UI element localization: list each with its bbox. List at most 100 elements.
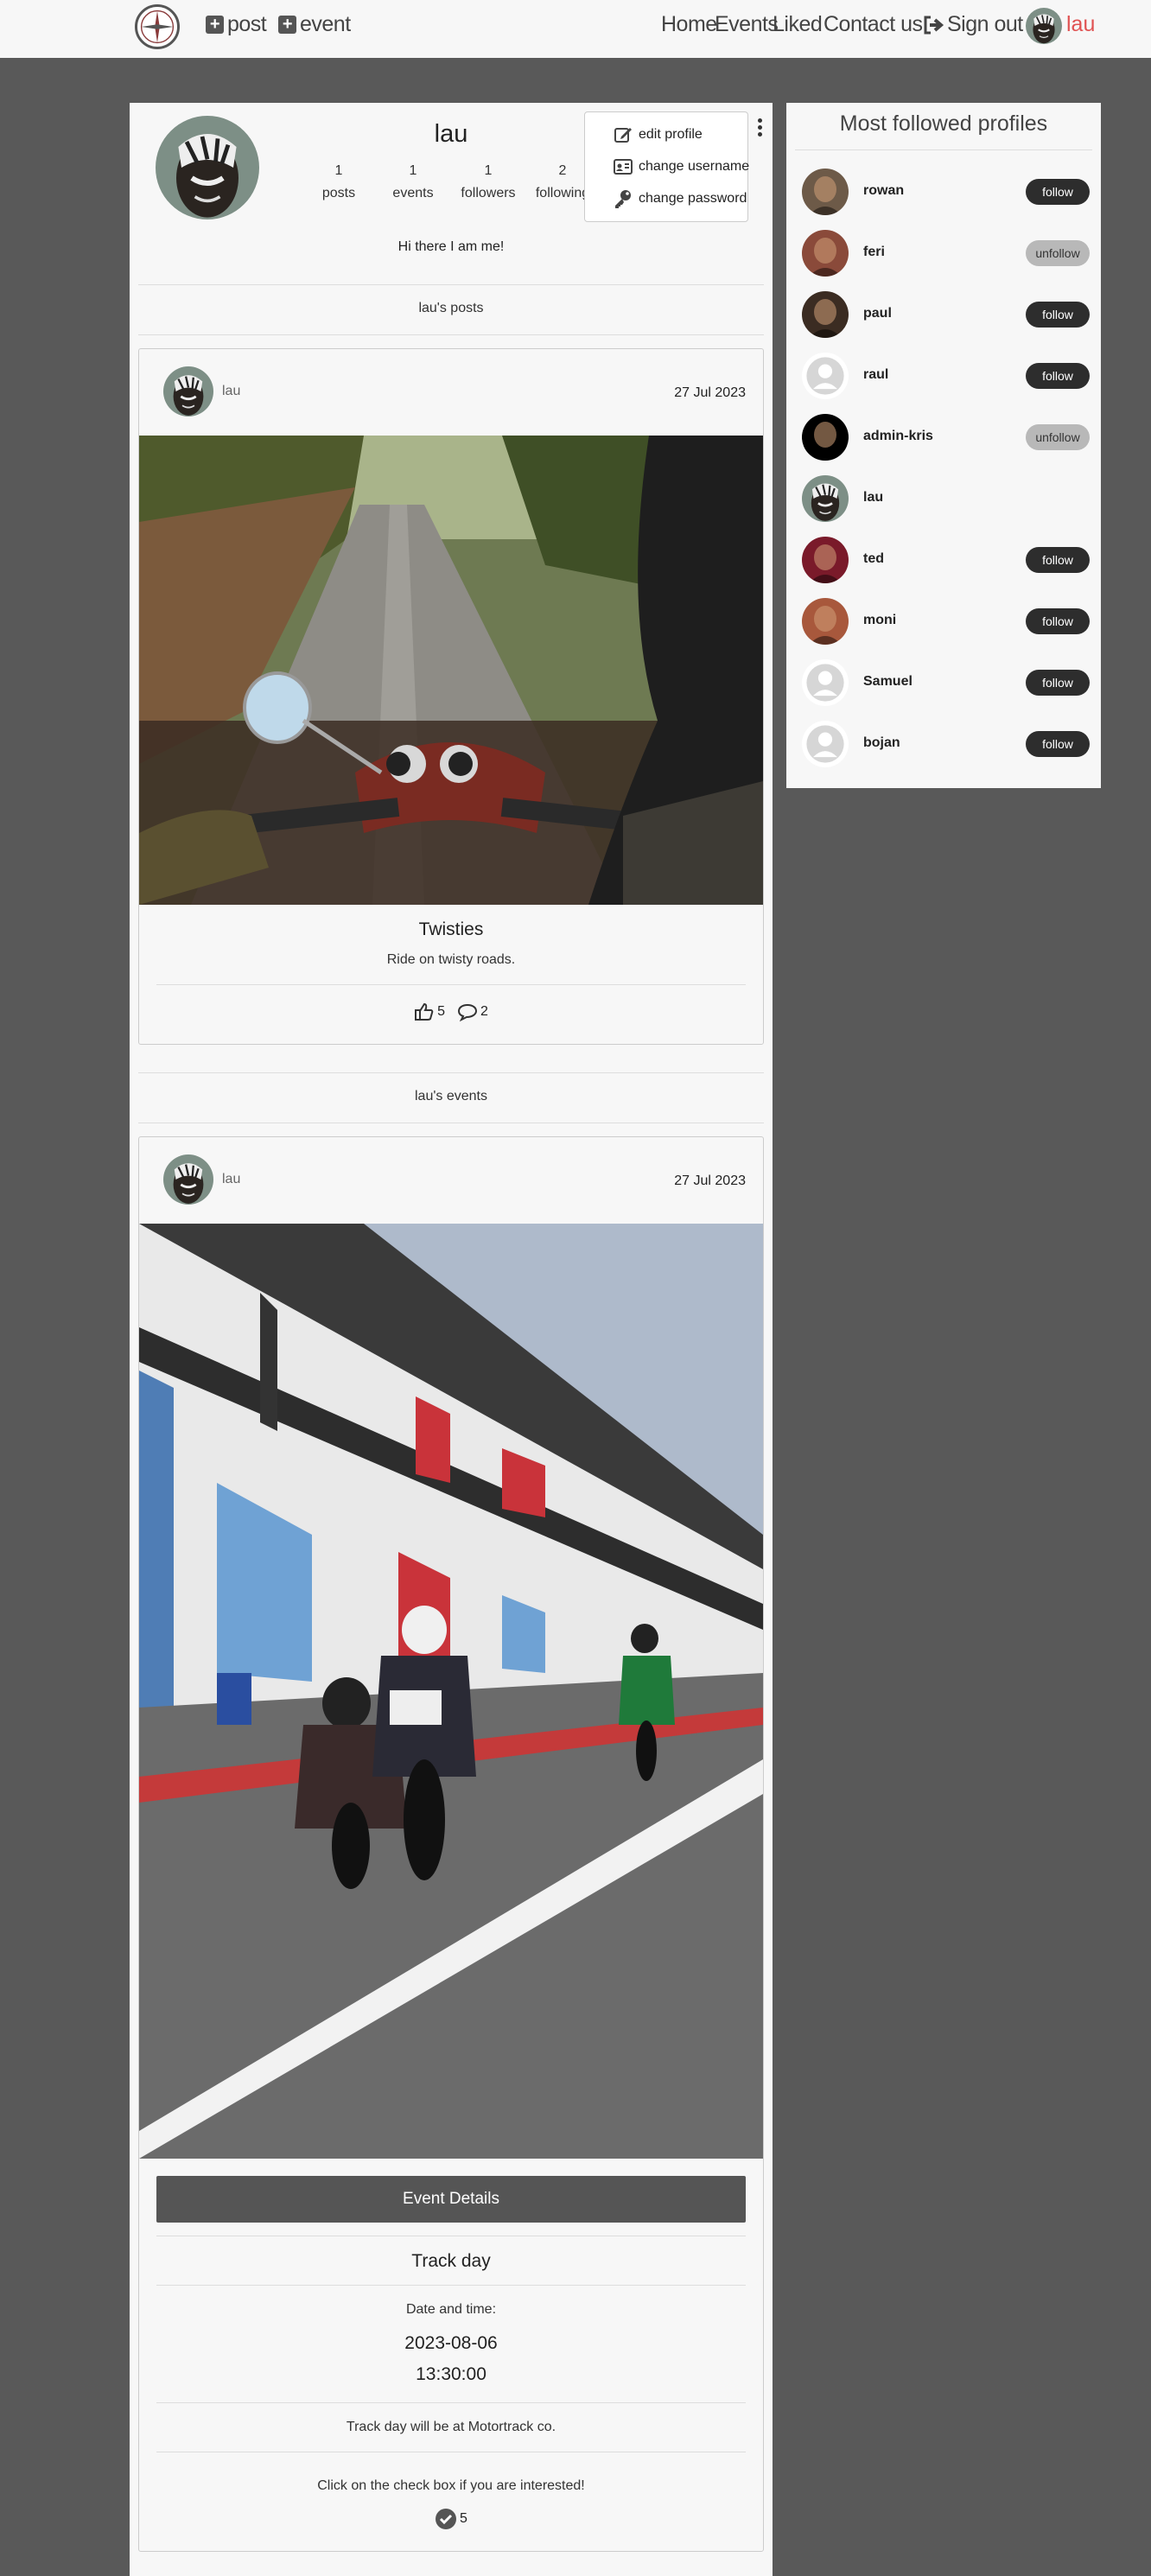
divider (138, 1072, 764, 1073)
nav-home-link[interactable]: Home (661, 12, 717, 37)
profile-avatar[interactable] (802, 475, 849, 522)
plus-square-icon: + (206, 16, 224, 34)
events-heading: lau's events (415, 1089, 487, 1104)
event-details-button[interactable]: Event Details (156, 2176, 746, 2223)
signout-icon (924, 16, 944, 34)
change-password-item[interactable]: change password (613, 188, 747, 209)
sidebar-title: Most followed profiles (839, 111, 1048, 136)
profile-name[interactable]: bojan (863, 735, 900, 751)
profile-row: admin-kris unfollow (786, 405, 1101, 467)
follow-button[interactable]: follow (1026, 608, 1090, 634)
divider (795, 149, 1092, 150)
profile-avatar[interactable] (802, 353, 849, 399)
compass-logo-icon[interactable] (135, 4, 180, 49)
divider (156, 2402, 746, 2403)
profile-name[interactable]: admin-kris (863, 429, 933, 444)
profile-name[interactable]: raul (863, 367, 888, 383)
more-options-icon[interactable] (758, 118, 763, 139)
signout-link[interactable]: Sign out (923, 12, 1023, 37)
nav-contact-link[interactable]: Contact us (824, 12, 923, 37)
edit-icon (614, 128, 632, 143)
profile-avatar[interactable] (802, 659, 849, 706)
profile-name[interactable]: Samuel (863, 674, 913, 690)
profile-row: lau (786, 467, 1101, 528)
profile-row: ted follow (786, 528, 1101, 589)
post-card: lau 27 Jul 2023 Twisties Ride on twisty … (138, 348, 764, 1045)
follow-button[interactable]: follow (1026, 179, 1090, 205)
post-image[interactable] (139, 436, 763, 905)
stat-followers: 1 followers (461, 163, 516, 200)
profile-avatar[interactable] (802, 598, 849, 645)
profile-name[interactable]: ted (863, 551, 884, 567)
divider (138, 334, 764, 335)
event-author-avatar[interactable] (163, 1154, 213, 1205)
follow-button[interactable]: follow (1026, 363, 1090, 389)
profile-avatar[interactable] (802, 230, 849, 277)
divider (138, 284, 764, 285)
edit-profile-item[interactable]: edit profile (613, 124, 703, 145)
profile-avatar[interactable] (802, 169, 849, 215)
nav-username-link[interactable]: lau (1066, 12, 1095, 37)
id-card-icon (614, 159, 633, 175)
nav-liked-link[interactable]: Liked (773, 12, 823, 37)
post-title: Twisties (418, 919, 484, 939)
event-datetime-label: Date and time: (405, 2302, 497, 2317)
profile-row: paul follow (786, 283, 1101, 344)
profile-row: raul follow (786, 344, 1101, 405)
profile-avatar[interactable] (802, 414, 849, 461)
profile-name[interactable]: lau (863, 490, 883, 506)
post-text: Ride on twisty roads. (386, 952, 516, 967)
profile-row: rowan follow (786, 160, 1101, 221)
profile-row: bojan follow (786, 712, 1101, 773)
new-post-link[interactable]: + post (206, 12, 267, 37)
profile-options-menu: edit profile change username change pass… (584, 111, 749, 222)
divider (156, 2285, 746, 2286)
profile-avatar[interactable] (802, 721, 849, 767)
follow-button[interactable]: follow (1026, 302, 1090, 328)
profile-row: feri unfollow (786, 221, 1101, 283)
nav-user-avatar[interactable] (1026, 8, 1062, 44)
new-event-link[interactable]: + event (278, 12, 351, 37)
most-followed-sidebar: Most followed profiles rowan follow feri un… (786, 103, 1101, 788)
event-cta: Click on the check box if you are intere… (317, 2478, 585, 2493)
plus-square-icon: + (278, 16, 296, 34)
event-time-value: 13:30:00 (416, 2364, 486, 2384)
event-title: Track day (411, 2251, 491, 2271)
profile-avatar[interactable] (802, 291, 849, 338)
profile-name[interactable]: rowan (863, 183, 904, 199)
profile-row: moni follow (786, 589, 1101, 651)
follow-button[interactable]: follow (1026, 731, 1090, 757)
event-card: lau 27 Jul 2023 Event Details Track day … (138, 1136, 764, 2552)
unfollow-button[interactable]: unfollow (1026, 424, 1090, 450)
interested-checkbox[interactable]: 5 (435, 2508, 467, 2530)
stat-posts: 1 posts (321, 163, 356, 200)
profile-bio: Hi there I am me! (397, 239, 505, 254)
profile-name[interactable]: feri (863, 245, 885, 260)
event-date: 27 Jul 2023 (674, 1174, 746, 1188)
post-date: 27 Jul 2023 (674, 385, 746, 400)
comment-icon (457, 1003, 478, 1021)
event-interest: 5 (139, 2508, 763, 2530)
profile-name[interactable]: moni (863, 613, 896, 628)
key-icon (615, 190, 631, 208)
event-image[interactable] (139, 1224, 763, 2159)
event-description: Track day will be at Motortrack co. (346, 2420, 556, 2434)
event-author-name[interactable]: lau (222, 1172, 240, 1187)
top-navbar: + post + event Home Events Liked Contact u… (0, 0, 1151, 58)
post-author-name[interactable]: lau (222, 384, 240, 399)
profile-avatar[interactable] (802, 537, 849, 583)
like-button[interactable]: 5 (414, 1002, 445, 1021)
change-username-item[interactable]: change username (613, 156, 749, 177)
stat-events: 1 events (392, 163, 434, 200)
follow-button[interactable]: follow (1026, 547, 1090, 573)
check-circle-icon (436, 2509, 457, 2529)
nav-events-link[interactable]: Events (715, 12, 779, 37)
post-author-avatar[interactable] (163, 366, 213, 417)
profile-name[interactable]: paul (863, 306, 892, 321)
comment-button[interactable]: 2 (457, 1002, 488, 1021)
profile-column: lau 1 posts 1 events 1 followers 2 following… (130, 103, 773, 2576)
follow-button[interactable]: follow (1026, 670, 1090, 696)
posts-heading: lau's posts (418, 301, 484, 315)
unfollow-button[interactable]: unfollow (1026, 240, 1090, 266)
event-date-value: 2023-08-06 (404, 2333, 498, 2353)
